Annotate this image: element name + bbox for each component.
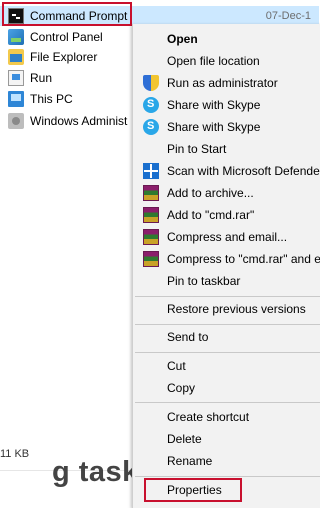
menu-separator [135, 296, 320, 297]
file-item-windows-admin[interactable]: Windows Administ [8, 111, 127, 131]
command-prompt-highlight [2, 2, 132, 26]
menu-item-create-shortcut[interactable]: Create shortcut [133, 406, 320, 428]
menu-item-label: Open [167, 32, 198, 46]
menu-item-compress-email[interactable]: Compress and email... [133, 226, 320, 248]
file-item-label: File Explorer [30, 50, 98, 64]
file-item-this-pc[interactable]: This PC [8, 89, 73, 109]
menu-item-label: Delete [167, 432, 202, 446]
menu-item-share-skype-2[interactable]: Share with Skype [133, 116, 320, 138]
windows-admin-tools-icon [8, 113, 24, 129]
winrar-icon [143, 229, 159, 245]
menu-item-label: Add to archive... [167, 186, 254, 200]
menu-item-cut[interactable]: Cut [133, 355, 320, 377]
this-pc-icon [8, 91, 24, 107]
file-item-file-explorer[interactable]: File Explorer [8, 47, 97, 67]
menu-item-compress-to-cmd-rar[interactable]: Compress to "cmd.rar" and e [133, 248, 320, 270]
menu-item-label: Restore previous versions [167, 302, 306, 316]
file-item-label: Run [30, 71, 53, 85]
skype-icon [143, 97, 159, 113]
menu-item-send-to[interactable]: Send to [133, 326, 320, 348]
status-size: 11 KB [0, 448, 30, 460]
menu-item-add-to-cmd-rar[interactable]: Add to "cmd.rar" [133, 204, 320, 226]
defender-icon [143, 163, 159, 179]
menu-item-label: Add to "cmd.rar" [167, 208, 255, 222]
menu-item-label: Create shortcut [167, 410, 250, 424]
menu-item-add-to-archive[interactable]: Add to archive... [133, 182, 320, 204]
file-item-run[interactable]: Run [8, 68, 52, 88]
properties-highlight [144, 478, 242, 502]
menu-item-label: Compress to "cmd.rar" and e [167, 252, 320, 266]
menu-item-label: Pin to Start [167, 142, 227, 156]
winrar-icon [143, 207, 159, 223]
file-item-label: Windows Administ [30, 114, 128, 128]
menu-item-pin-to-start[interactable]: Pin to Start [133, 138, 320, 160]
context-menu: Open Open file location Run as administr… [132, 24, 320, 508]
run-icon [8, 70, 24, 86]
menu-item-label: Scan with Microsoft Defende [167, 164, 320, 178]
menu-item-label: Compress and email... [167, 230, 288, 244]
menu-item-label: Copy [167, 381, 196, 395]
file-explorer-icon [8, 49, 24, 65]
menu-item-label: Run as administrator [167, 76, 278, 90]
menu-item-run-as-admin[interactable]: Run as administrator [133, 72, 320, 94]
file-item-label: Control Panel [30, 30, 103, 44]
uac-shield-icon [143, 75, 159, 91]
menu-item-open-file-location[interactable]: Open file location [133, 50, 320, 72]
menu-item-label: Open file location [167, 54, 260, 68]
menu-item-copy[interactable]: Copy [133, 377, 320, 399]
menu-item-label: Pin to taskbar [167, 274, 241, 288]
menu-item-label: Cut [167, 359, 186, 373]
menu-item-rename[interactable]: Rename [133, 450, 320, 472]
winrar-icon [143, 185, 159, 201]
menu-item-open[interactable]: Open [133, 28, 320, 50]
menu-separator [135, 402, 320, 403]
menu-item-scan-defender[interactable]: Scan with Microsoft Defende [133, 160, 320, 182]
menu-separator [135, 352, 320, 353]
file-item-control-panel[interactable]: Control Panel [8, 27, 103, 47]
menu-item-label: Share with Skype [167, 98, 261, 112]
menu-separator [135, 324, 320, 325]
skype-icon [143, 119, 159, 135]
winrar-icon [143, 251, 159, 267]
menu-separator [135, 476, 320, 477]
file-item-label: This PC [30, 92, 73, 106]
menu-item-label: Share with Skype [167, 120, 261, 134]
menu-item-label: Send to [167, 330, 209, 344]
control-panel-icon [8, 29, 24, 45]
menu-item-restore-versions[interactable]: Restore previous versions [133, 298, 320, 320]
menu-item-label: Rename [167, 454, 213, 468]
file-date: 07-Dec-1 [265, 10, 311, 22]
menu-item-delete[interactable]: Delete [133, 428, 320, 450]
menu-item-pin-to-taskbar[interactable]: Pin to taskbar [133, 270, 320, 292]
menu-item-share-skype-1[interactable]: Share with Skype [133, 94, 320, 116]
